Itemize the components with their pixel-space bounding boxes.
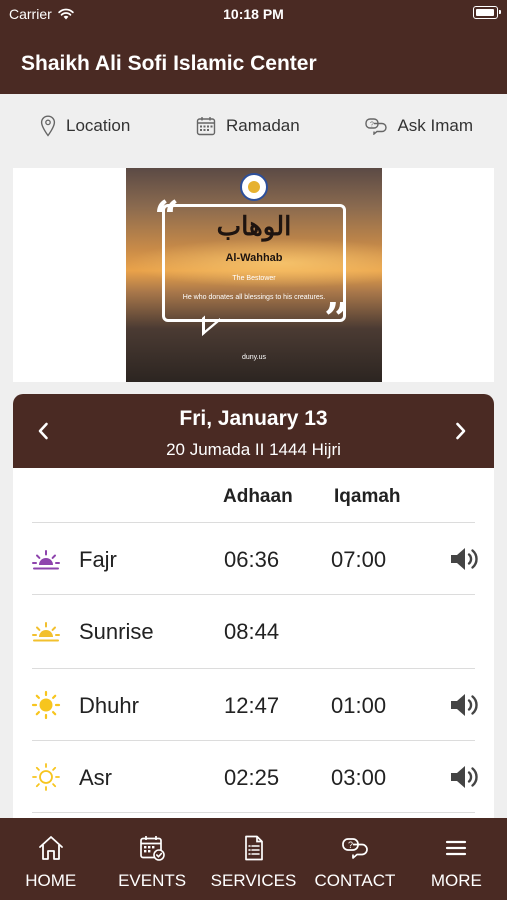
speaker-icon[interactable] <box>448 763 480 791</box>
quick-links: Location Ramadan ? Ask Imam <box>0 94 507 158</box>
location-label: Location <box>66 116 131 135</box>
iqamah-column-header: Iqamah <box>334 486 401 507</box>
chevron-right-icon <box>456 422 466 440</box>
adhaan-time: 12:47 <box>224 693 280 718</box>
adhaan-time: 02:25 <box>224 765 280 790</box>
next-day-button[interactable] <box>446 416 476 446</box>
tab-contact[interactable]: ? CONTACT <box>304 818 405 900</box>
sun-filled-icon <box>31 690 61 720</box>
svg-text:?: ? <box>348 840 353 850</box>
divider <box>32 812 475 813</box>
adhaan-column-header: Adhaan <box>223 486 293 507</box>
banner-site: duny.us <box>242 354 266 361</box>
banner-meaning: The Bestower <box>232 275 276 282</box>
location-pin-icon <box>40 115 56 137</box>
menu-icon <box>446 840 467 856</box>
prayer-name: Fajr <box>79 547 117 572</box>
clock: 10:18 PM <box>223 6 284 22</box>
document-list-icon <box>244 835 263 861</box>
calendar-check-icon <box>140 836 165 861</box>
prayer-name: Asr <box>79 765 112 790</box>
tab-label: MORE <box>430 871 482 890</box>
prayer-name: Dhuhr <box>79 693 139 718</box>
adhaan-time: 08:44 <box>224 619 280 644</box>
date-header: Fri, January 13 20 Jumada II 1444 Hijri <box>13 394 494 468</box>
adhaan-time: 06:36 <box>224 547 280 572</box>
prayer-row-sunrise: Sunrise 08:44 <box>13 594 494 666</box>
tab-more[interactable]: MORE <box>406 818 507 900</box>
status-bar: Carrier 10:18 PM <box>0 0 507 30</box>
speaker-icon[interactable] <box>448 691 480 719</box>
tab-label: SERVICES <box>210 871 297 890</box>
sun-outline-icon <box>32 763 60 791</box>
prayer-times-card: Fri, January 13 20 Jumada II 1444 Hijri … <box>13 394 494 834</box>
hijri-date: 20 Jumada II 1444 Hijri <box>166 440 341 459</box>
tab-home[interactable]: HOME <box>0 818 101 900</box>
banner-container: “ ” الوهاب Al-Wahhab The Bestower He who… <box>13 168 494 382</box>
prayer-row-dhuhr: Dhuhr 12:47 01:00 <box>13 668 494 740</box>
banner-arabic: الوهاب <box>216 212 292 242</box>
page-title: Shaikh Ali Sofi Islamic Center <box>21 52 317 75</box>
prayer-row-asr: Asr 02:25 03:00 <box>13 740 494 812</box>
chat-bubbles-icon: ? <box>342 838 368 859</box>
close-quote-icon: ” <box>324 294 350 345</box>
bottom-tab-bar: HOME EVENTS SERVICES ? CONTACT MORE <box>0 818 507 900</box>
iqamah-time: 01:00 <box>331 693 387 718</box>
banner-image[interactable]: “ ” الوهاب Al-Wahhab The Bestower He who… <box>126 168 382 382</box>
home-icon <box>38 836 63 860</box>
location-link[interactable]: Location <box>40 115 130 137</box>
speaker-icon[interactable] <box>448 545 480 573</box>
tab-label: EVENTS <box>118 871 187 890</box>
gregorian-date: Fri, January 13 <box>179 407 328 430</box>
sunrise-purple-icon <box>32 550 60 570</box>
svg-text:?: ? <box>370 122 374 129</box>
banner-name: Al-Wahhab <box>225 252 283 264</box>
banner-logo-icon <box>240 173 268 201</box>
ramadan-link[interactable]: Ramadan <box>196 116 300 136</box>
chat-bubbles-icon: ? <box>365 118 388 135</box>
tab-events[interactable]: EVENTS <box>101 818 202 900</box>
iqamah-time: 07:00 <box>331 547 387 572</box>
tab-label: HOME <box>25 871 77 890</box>
iqamah-time: 03:00 <box>331 765 387 790</box>
tab-label: CONTACT <box>314 871 396 890</box>
banner-description: He who donates all blessings to his crea… <box>182 294 326 301</box>
ask-imam-label: Ask Imam <box>397 116 473 135</box>
sunrise-yellow-icon <box>32 622 60 642</box>
prayer-name: Sunrise <box>79 619 154 644</box>
battery-icon <box>473 6 501 19</box>
ramadan-label: Ramadan <box>226 116 300 135</box>
prayer-row-fajr: Fajr 06:36 07:00 <box>13 522 494 594</box>
tab-services[interactable]: SERVICES <box>203 818 304 900</box>
calendar-icon <box>196 117 216 136</box>
ask-imam-link[interactable]: ? Ask Imam <box>365 116 473 136</box>
app-header: Shaikh Ali Sofi Islamic Center <box>0 30 507 94</box>
